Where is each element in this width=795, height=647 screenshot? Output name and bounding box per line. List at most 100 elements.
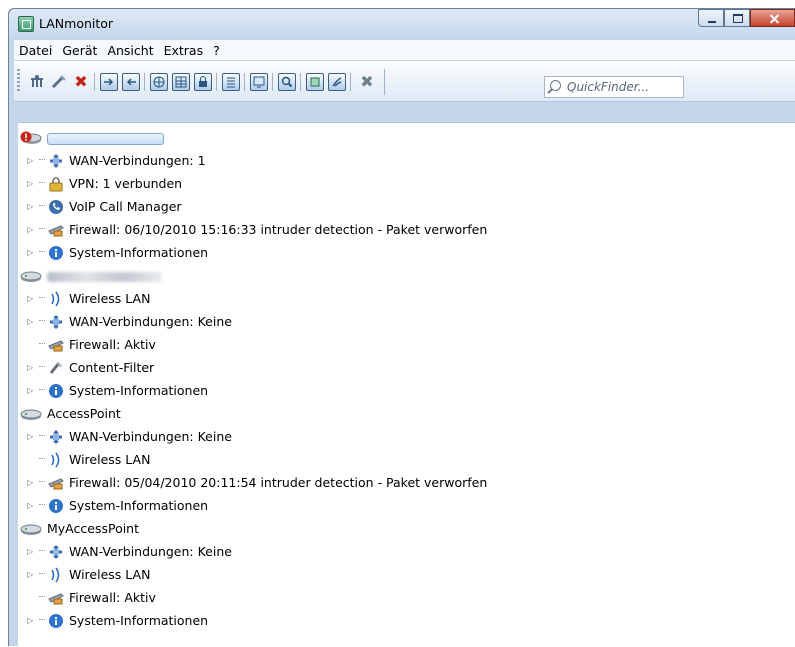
tree-item-label: Wireless LAN — [69, 567, 151, 582]
minimize-button[interactable] — [698, 9, 724, 27]
menu-datei[interactable]: Datei — [14, 43, 57, 58]
list-icon[interactable] — [222, 73, 240, 91]
expand-arrow-icon[interactable]: ▷ — [27, 242, 39, 264]
tree-item[interactable]: Firewall: Aktiv — [27, 334, 156, 356]
tree-item[interactable]: ▷ System-Informationen — [27, 380, 208, 402]
expand-arrow-icon[interactable]: ▷ — [27, 380, 39, 402]
tree-connector — [39, 389, 45, 390]
expand-arrow-icon[interactable]: ▷ — [27, 311, 39, 333]
tree-item-label: Content-Filter — [69, 360, 155, 375]
wlan-icon[interactable] — [328, 73, 346, 91]
tree-item[interactable]: ▷ System-Informationen — [27, 610, 208, 632]
close-tool-icon[interactable]: ✖ — [358, 73, 376, 91]
quickfinder-input[interactable]: QuickFinder... — [544, 76, 684, 98]
menu-extras[interactable]: Extras — [159, 43, 209, 58]
expand-arrow-icon[interactable]: ▷ — [27, 495, 39, 517]
firewall-icon — [48, 224, 64, 236]
toolbar-grip[interactable] — [17, 69, 20, 93]
tree-item[interactable]: Firewall: Aktiv — [27, 587, 156, 609]
toolbar: ✖ ✖ QuickFinder... — [14, 61, 795, 102]
tree-item-label: WAN-Verbindungen: 1 — [69, 153, 206, 168]
tree-item[interactable]: ▷ VoIP Call Manager — [27, 196, 182, 218]
info-icon — [49, 383, 63, 398]
expand-arrow-icon[interactable]: ▷ — [27, 288, 39, 310]
tree-item[interactable]: ▷ Firewall: 06/10/2010 15:16:33 intruder … — [27, 219, 487, 241]
expand-arrow-icon[interactable]: ▷ — [27, 150, 39, 172]
quickfinder-placeholder: QuickFinder... — [567, 80, 650, 94]
wan-icon — [50, 429, 62, 444]
tree-item[interactable]: Wireless LAN — [27, 449, 150, 471]
tree-connector — [39, 504, 45, 505]
tree-item[interactable]: ▷ WAN-Verbindungen: Keine — [27, 311, 232, 333]
tree-connector — [39, 366, 45, 367]
settings-wand-icon[interactable] — [50, 73, 68, 91]
device-name[interactable]: MyAccessPoint — [47, 521, 139, 536]
tree-item[interactable]: ▷ VPN: 1 verbunden — [27, 173, 182, 195]
menu-geraet[interactable]: Gerät — [57, 43, 102, 58]
router-icon — [20, 271, 42, 282]
tree-connector — [39, 481, 45, 482]
tree-item-label: Firewall: 05/04/2010 20:11:54 intruder d… — [69, 475, 488, 490]
firewall-icon — [48, 339, 64, 351]
tree-device[interactable]: AccessPoint — [20, 403, 121, 425]
tree-connector — [39, 435, 45, 436]
wan-icon — [50, 314, 62, 329]
menu-help[interactable]: ? — [208, 43, 225, 58]
network-grid-icon[interactable] — [150, 73, 168, 91]
tree-item[interactable]: ▷ System-Informationen — [27, 495, 208, 517]
device-name-obscured[interactable] — [47, 271, 162, 282]
tree-item-label: System-Informationen — [69, 383, 209, 398]
tree-device[interactable] — [20, 127, 164, 149]
toolbar-separator — [384, 69, 385, 95]
window-title: LANmonitor — [39, 16, 114, 31]
lanconfig-icon[interactable] — [306, 73, 324, 91]
maximize-button[interactable] — [724, 9, 750, 27]
info-icon — [49, 613, 63, 628]
expand-arrow-icon[interactable]: ▷ — [27, 426, 39, 448]
title-bar[interactable]: LANmonitor — [9, 9, 795, 39]
tree-connector — [39, 297, 45, 298]
tree-item[interactable]: ▷ Wireless LAN — [27, 564, 150, 586]
tree-item[interactable]: ▷ Wireless LAN — [27, 288, 150, 310]
firewall-icon — [48, 477, 64, 489]
remove-device-icon[interactable]: ✖ — [72, 73, 90, 91]
device-name[interactable]: AccessPoint — [47, 406, 121, 421]
tree-device[interactable]: MyAccessPoint — [20, 518, 139, 540]
table-icon[interactable] — [172, 73, 190, 91]
monitor-search-icon[interactable] — [250, 73, 268, 91]
tree-connector — [39, 205, 45, 206]
toolbar-separator — [300, 73, 301, 91]
tree-item[interactable]: ▷ Firewall: 05/04/2010 20:11:54 intruder … — [27, 472, 487, 494]
expand-arrow-icon[interactable]: ▷ — [27, 564, 39, 586]
tree-item[interactable]: ▷ System-Informationen — [27, 242, 208, 264]
tree-item[interactable]: ▷ WAN-Verbindungen: 1 — [27, 150, 206, 172]
tree-device[interactable] — [20, 265, 162, 287]
expand-arrow-icon[interactable]: ▷ — [27, 472, 39, 494]
expand-arrow-icon[interactable]: ▷ — [27, 173, 39, 195]
tree-item-label: Firewall: Aktiv — [69, 590, 156, 605]
toolbar-separator — [216, 73, 217, 91]
expand-arrow-icon[interactable]: ▷ — [27, 610, 39, 632]
lock-icon[interactable] — [194, 73, 212, 91]
menu-ansicht[interactable]: Ansicht — [102, 43, 158, 58]
expand-arrow-icon[interactable]: ▷ — [27, 196, 39, 218]
wireless-icon — [51, 567, 60, 582]
window-controls — [698, 9, 795, 29]
export-icon[interactable] — [122, 73, 140, 91]
import-icon[interactable] — [100, 73, 118, 91]
tree-item[interactable]: ▷ Content-Filter — [27, 357, 154, 379]
router-icon — [20, 409, 42, 420]
tree-item[interactable]: ▷ WAN-Verbindungen: Keine — [27, 426, 232, 448]
close-button[interactable] — [750, 9, 795, 27]
tree-item-label: Firewall: Aktiv — [69, 337, 156, 352]
expand-arrow-icon[interactable]: ▷ — [27, 219, 39, 241]
tree-connector — [39, 159, 45, 160]
magnify-icon[interactable] — [278, 73, 296, 91]
expand-arrow-icon[interactable]: ▷ — [27, 541, 39, 563]
wan-icon — [50, 153, 62, 168]
toolbar-separator — [144, 73, 145, 91]
device-name-obscured[interactable] — [47, 132, 164, 145]
connect-device-icon[interactable] — [28, 73, 46, 91]
expand-arrow-icon[interactable]: ▷ — [27, 357, 39, 379]
tree-item[interactable]: ▷ WAN-Verbindungen: Keine — [27, 541, 232, 563]
